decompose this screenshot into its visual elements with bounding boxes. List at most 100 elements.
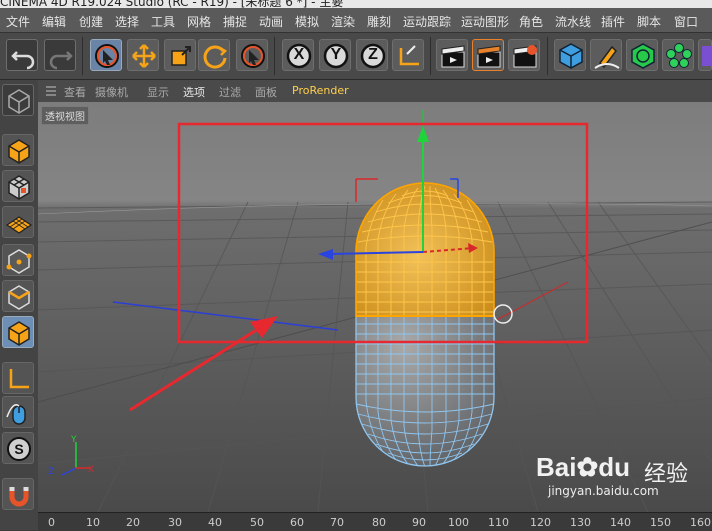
pen-spline-button[interactable] (590, 39, 622, 71)
axis-corner-icon (9, 369, 29, 389)
deformer-button[interactable] (698, 39, 712, 71)
timeline-ruler[interactable]: 0 10 20 30 40 50 60 70 80 90 100 110 120… (38, 512, 712, 531)
snapping-button[interactable]: S (2, 432, 34, 464)
timeline-tick: 130 (570, 516, 591, 529)
scale-button[interactable] (164, 39, 196, 71)
menu-script[interactable]: 脚本 (637, 13, 661, 30)
baidu-logo: Bai✿du (536, 452, 630, 483)
move-button[interactable] (127, 39, 159, 71)
timeline-tick: 50 (250, 516, 264, 529)
cursor-select-icon (95, 44, 119, 68)
cloner-icon (666, 43, 692, 68)
timeline-tick: 0 (48, 516, 55, 529)
viewport-menu-bar: 查看 摄像机 显示 选项 过滤 面板 ProRender (38, 80, 712, 103)
edges-mode-button[interactable] (2, 280, 34, 312)
axis-mode-button[interactable] (2, 362, 34, 394)
make-editable-icon (8, 89, 30, 114)
menu-pipeline[interactable]: 流水线 (555, 13, 591, 30)
cube-icon (559, 43, 583, 69)
cloner-button[interactable] (662, 39, 694, 71)
z-axis-lock-button[interactable]: Z (356, 39, 388, 71)
menu-create[interactable]: 创建 (79, 13, 103, 30)
timeline-tick: 10 (86, 516, 100, 529)
viewport-label: 透视视图 (41, 106, 89, 125)
menu-render[interactable]: 渲染 (331, 13, 355, 30)
z-axis-label: Z (368, 46, 378, 63)
model-mode-button[interactable] (2, 134, 34, 166)
viewport-menu-prorender[interactable]: ProRender (292, 84, 349, 97)
points-mode-button[interactable] (2, 244, 34, 276)
subdivision-surface-button[interactable] (626, 39, 658, 71)
x-axis-lock-button[interactable]: X (282, 39, 314, 71)
perspective-viewport[interactable]: Y X Z (38, 102, 712, 512)
timeline-tick: 140 (610, 516, 631, 529)
viewport-menu-display[interactable]: 显示 (147, 84, 169, 100)
menu-mesh[interactable]: 网格 (187, 13, 211, 30)
coordinate-system-icon (399, 45, 419, 66)
svg-text:Z: Z (48, 467, 54, 477)
move-arrows-icon (132, 44, 156, 68)
clapboard-gear-icon (513, 45, 537, 68)
tweak-mode-button[interactable] (2, 396, 34, 428)
menu-simulate[interactable]: 模拟 (295, 13, 319, 30)
coordinate-system-button[interactable] (392, 39, 424, 71)
menu-select[interactable]: 选择 (115, 13, 139, 30)
render-to-picture-viewer-button[interactable] (472, 39, 504, 71)
render-settings-button[interactable] (508, 39, 540, 71)
edges-cube-icon (8, 285, 30, 310)
deformer-icon (702, 46, 712, 66)
svg-text:S: S (14, 441, 23, 457)
svg-text:Y: Y (70, 435, 77, 445)
rotate-icon (203, 45, 228, 69)
polygons-mode-button[interactable] (2, 316, 34, 348)
svg-text:X: X (88, 465, 94, 475)
timeline-tick: 110 (488, 516, 509, 529)
y-axis-lock-button[interactable]: Y (319, 39, 351, 71)
mouse-icon (6, 404, 26, 425)
menu-window[interactable]: 窗口 (674, 13, 698, 30)
viewport-menu-filter[interactable]: 过滤 (219, 84, 241, 100)
undo-button[interactable] (6, 39, 38, 71)
menu-animate[interactable]: 动画 (259, 13, 283, 30)
window-titlebar: CINEMA 4D R19.024 Studio (RC - R19) - [未… (0, 0, 712, 8)
texture-mode-button[interactable] (2, 170, 34, 202)
timeline-tick: 40 (208, 516, 222, 529)
polygons-cube-icon (8, 321, 30, 346)
menu-mograph[interactable]: 运动图形 (461, 13, 509, 30)
menu-sculpt[interactable]: 雕刻 (367, 13, 391, 30)
y-axis-label: Y (330, 46, 342, 63)
cube-object-button[interactable] (554, 39, 586, 71)
magnet-icon (9, 487, 29, 507)
snap-s-icon: S (7, 437, 31, 461)
menu-character[interactable]: 角色 (519, 13, 543, 30)
last-tool-button[interactable] (236, 39, 268, 71)
model-cube-icon (8, 139, 30, 164)
menu-tools[interactable]: 工具 (151, 13, 175, 30)
timeline-tick: 160 (690, 516, 711, 529)
timeline-tick: 90 (412, 516, 426, 529)
scale-icon (171, 46, 191, 66)
checker-cube-icon (8, 175, 30, 200)
viewport-menu-view[interactable]: 查看 (64, 84, 86, 100)
viewport-menu-camera[interactable]: 摄像机 (95, 84, 128, 100)
menu-file[interactable]: 文件 (6, 13, 30, 30)
menu-snap[interactable]: 捕捉 (223, 13, 247, 30)
rotate-button[interactable] (198, 39, 230, 71)
left-tool-palette: S (0, 80, 39, 530)
live-selection-button[interactable] (90, 39, 122, 71)
viewport-menu-options[interactable]: 选项 (183, 84, 205, 100)
clapboard-render-icon (477, 45, 501, 68)
x-axis-label: X (293, 46, 305, 63)
undo-icon (11, 51, 35, 70)
render-view-button[interactable] (436, 39, 468, 71)
menu-edit[interactable]: 编辑 (42, 13, 66, 30)
make-editable-button[interactable] (2, 84, 34, 116)
capsule-lower-half (355, 316, 495, 467)
watermark-url: jingyan.baidu.com (548, 484, 659, 498)
viewport-menu-panel[interactable]: 面板 (255, 84, 277, 100)
menu-plugins[interactable]: 插件 (601, 13, 625, 30)
menu-motion-tracking[interactable]: 运动跟踪 (403, 13, 451, 30)
redo-button[interactable] (44, 39, 76, 71)
workplane-mode-button[interactable] (2, 206, 34, 238)
magnet-button[interactable] (2, 478, 34, 510)
